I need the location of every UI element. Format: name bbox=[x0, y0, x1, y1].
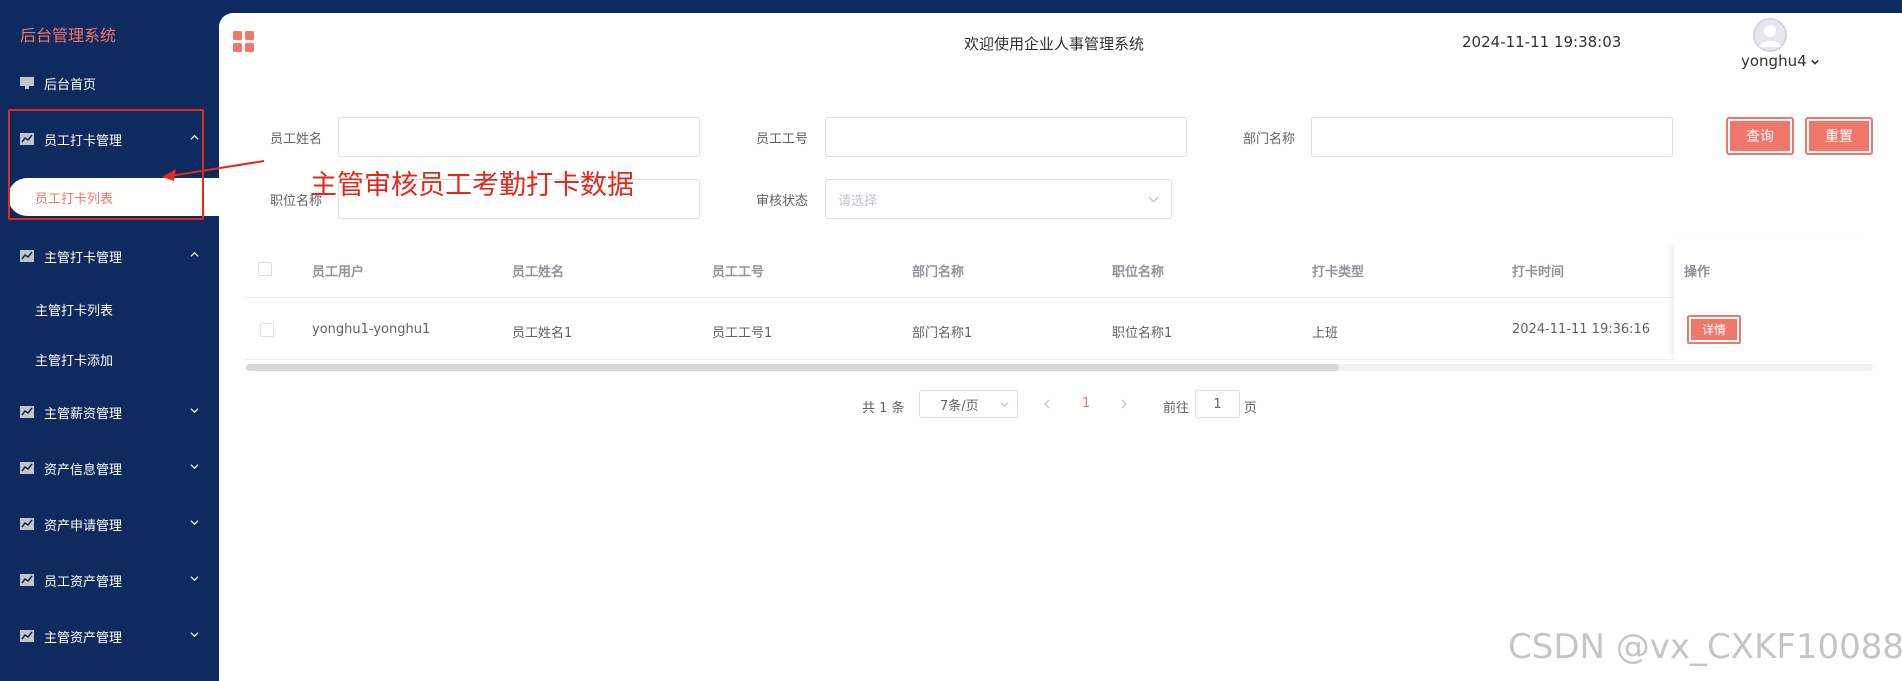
monitor-icon bbox=[20, 77, 34, 89]
cell-position: 职位名称1 bbox=[1112, 326, 1173, 341]
dept-input[interactable] bbox=[1311, 117, 1673, 157]
table-row: yonghu1-yonghu1 员工姓名1 员工工号1 部门名称1 职位名称1 … bbox=[246, 298, 1873, 360]
current-page-number[interactable]: 1 bbox=[1082, 396, 1090, 411]
menu-item-manager-assets[interactable]: 主管资产管理 bbox=[0, 616, 219, 656]
cell-no: 员工工号1 bbox=[712, 326, 773, 341]
employee-name-input[interactable] bbox=[338, 117, 700, 157]
cell-type: 上班 bbox=[1312, 326, 1339, 341]
row-checkbox[interactable] bbox=[260, 323, 274, 337]
cell-name: 员工姓名1 bbox=[512, 326, 573, 341]
menu-item-label: 员工资产管理 bbox=[44, 574, 123, 590]
username-label: yonghu4 bbox=[1741, 52, 1807, 70]
chart-icon bbox=[20, 462, 34, 474]
column-header: 打卡时间 bbox=[1512, 265, 1565, 280]
sidebar-item-manager-attendance-list[interactable]: 主管打卡列表 bbox=[0, 290, 219, 328]
cell-dept: 部门名称1 bbox=[912, 326, 973, 341]
table-header: 员工用户 员工姓名 员工工号 部门名称 职位名称 打卡类型 打卡时间 bbox=[246, 240, 1873, 298]
sub-item-label: 主管打卡添加 bbox=[35, 353, 114, 369]
avatar[interactable] bbox=[1753, 18, 1787, 52]
query-button[interactable]: 查询 bbox=[1726, 117, 1794, 155]
watermark: CSDN @vx_CXKF10088 bbox=[1508, 627, 1902, 667]
employee-no-label: 员工工号 bbox=[756, 132, 809, 147]
chevron-down-icon bbox=[190, 520, 199, 526]
status-placeholder: 请选择 bbox=[838, 193, 878, 209]
column-header: 职位名称 bbox=[1112, 265, 1165, 280]
menu-item-label: 后台首页 bbox=[44, 77, 97, 93]
cell-time: 2024-11-11 19:36:16 bbox=[1512, 322, 1651, 337]
current-datetime: 2024-11-11 19:38:03 bbox=[1462, 33, 1622, 51]
menu-item-label: 主管薪资管理 bbox=[44, 406, 123, 422]
sidebar-item-manager-attendance-add[interactable]: 主管打卡添加 bbox=[0, 340, 219, 378]
employee-name-label: 员工姓名 bbox=[270, 132, 323, 147]
column-header: 操作 bbox=[1684, 265, 1711, 280]
cell-user: yonghu1-yonghu1 bbox=[312, 322, 431, 337]
chart-icon bbox=[20, 406, 34, 418]
menu-item-manager-salary[interactable]: 主管薪资管理 bbox=[0, 392, 219, 432]
horizontal-scrollbar[interactable] bbox=[246, 364, 1873, 371]
menu-item-label: 主管打卡管理 bbox=[44, 250, 123, 266]
page-size-label: 7条/页 bbox=[940, 398, 979, 414]
column-header: 部门名称 bbox=[912, 265, 965, 280]
menu-item-label: 资产申请管理 bbox=[44, 518, 123, 534]
reset-button[interactable]: 重置 bbox=[1805, 117, 1873, 155]
sidebar: 后台管理系统 后台首页 员工打卡管理 员工打卡列表 主管打卡管理 主管打卡列表 … bbox=[0, 0, 219, 681]
user-menu[interactable]: yonghu4 bbox=[1741, 52, 1820, 70]
column-header: 打卡类型 bbox=[1312, 265, 1365, 280]
page-title: 欢迎使用企业人事管理系统 bbox=[964, 35, 1145, 53]
chart-icon bbox=[20, 574, 34, 586]
status-label: 审核状态 bbox=[756, 194, 809, 209]
chart-icon bbox=[20, 630, 34, 642]
prev-page-icon[interactable] bbox=[1042, 399, 1052, 409]
menu-item-asset-request[interactable]: 资产申请管理 bbox=[0, 504, 219, 544]
detail-button[interactable]: 详情 bbox=[1687, 315, 1741, 344]
goto-page-input[interactable] bbox=[1195, 390, 1240, 418]
column-header: 员工工号 bbox=[712, 265, 765, 280]
goto-label: 前往 bbox=[1163, 401, 1190, 416]
grid-menu-icon[interactable] bbox=[233, 31, 255, 53]
column-header: 员工用户 bbox=[312, 265, 365, 280]
chevron-down-icon bbox=[190, 408, 199, 414]
annotation-text: 主管审核员工考勤打卡数据 bbox=[310, 170, 634, 201]
brand-title: 后台管理系统 bbox=[20, 26, 117, 45]
menu-item-employee-assets[interactable]: 员工资产管理 bbox=[0, 560, 219, 600]
next-page-icon[interactable] bbox=[1119, 399, 1129, 409]
chevron-down-icon bbox=[1148, 196, 1159, 203]
menu-item-label: 主管资产管理 bbox=[44, 630, 123, 646]
chevron-down-icon bbox=[1000, 402, 1009, 408]
page-size-select[interactable]: 7条/页 bbox=[919, 390, 1018, 418]
chart-icon bbox=[20, 250, 34, 262]
page-suffix: 页 bbox=[1244, 401, 1258, 416]
chevron-down-icon bbox=[1811, 59, 1820, 65]
annotation-arrow-icon bbox=[162, 160, 265, 181]
dept-label: 部门名称 bbox=[1243, 132, 1296, 147]
select-all-checkbox[interactable] bbox=[258, 262, 272, 276]
pagination-total: 共 1 条 bbox=[862, 401, 905, 416]
menu-item-label: 资产信息管理 bbox=[44, 462, 123, 478]
chevron-down-icon bbox=[190, 464, 199, 470]
chart-icon bbox=[20, 518, 34, 530]
menu-item-home[interactable]: 后台首页 bbox=[0, 63, 219, 103]
menu-item-asset-info[interactable]: 资产信息管理 bbox=[0, 448, 219, 488]
chevron-up-icon bbox=[190, 251, 199, 257]
chevron-down-icon bbox=[190, 632, 199, 638]
column-header: 员工姓名 bbox=[512, 265, 565, 280]
scrollbar-thumb[interactable] bbox=[246, 364, 1339, 371]
menu-item-manager-attendance[interactable]: 主管打卡管理 bbox=[0, 236, 219, 276]
user-avatar-icon bbox=[1753, 18, 1787, 52]
employee-no-input[interactable] bbox=[825, 117, 1187, 157]
sub-item-label: 主管打卡列表 bbox=[35, 303, 114, 319]
chevron-down-icon bbox=[190, 576, 199, 582]
status-select[interactable]: 请选择 bbox=[825, 179, 1172, 219]
